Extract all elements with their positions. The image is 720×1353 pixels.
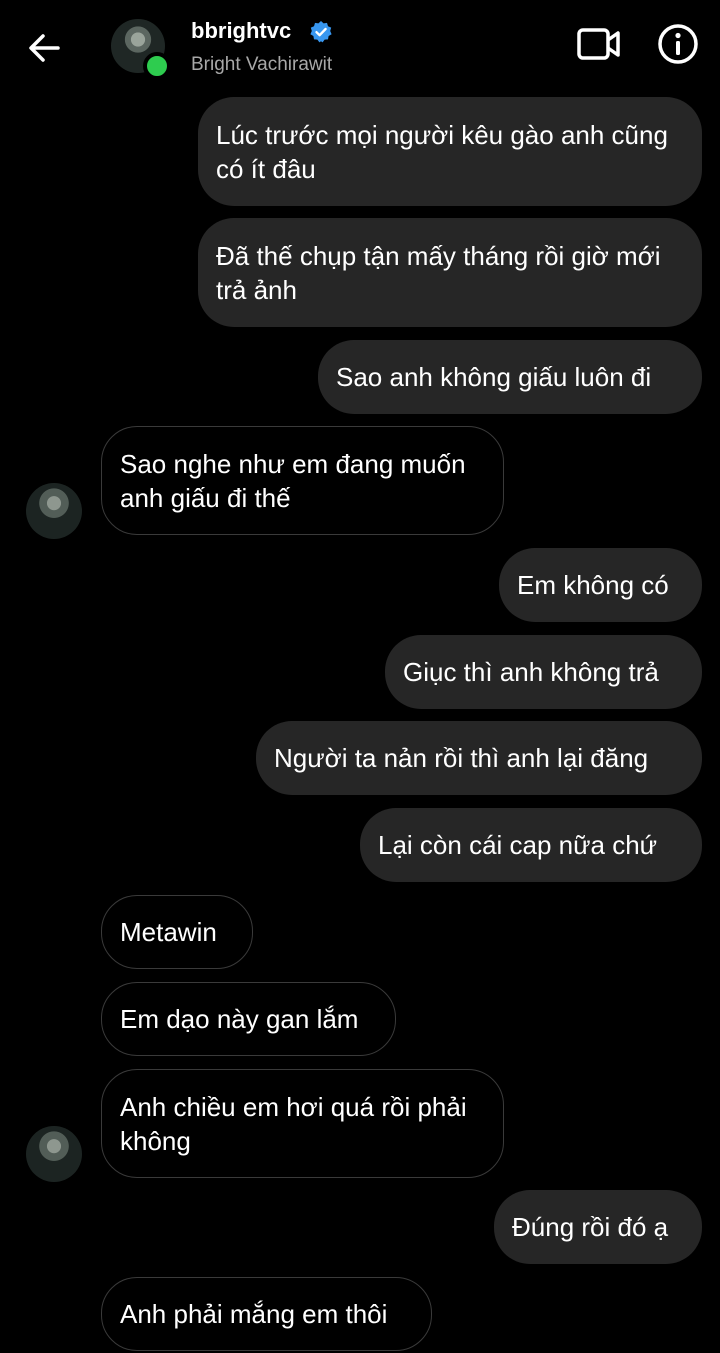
message-received[interactable]: Metawin bbox=[101, 895, 253, 969]
video-call-icon[interactable] bbox=[574, 24, 624, 64]
message-sent[interactable]: Đúng rồi đó ạ bbox=[494, 1190, 702, 1264]
message-sent[interactable]: Sao anh không giấu luôn đi bbox=[318, 340, 702, 414]
online-status-dot bbox=[143, 52, 171, 80]
message-sent[interactable]: Giục thì anh không trả bbox=[385, 635, 702, 709]
message-received[interactable]: Sao nghe như em đang muốn anh giấu đi th… bbox=[101, 426, 504, 535]
message-sent[interactable]: Đã thế chụp tận mấy tháng rồi giờ mới tr… bbox=[198, 218, 702, 327]
chat-header: bbrightvc Bright Vachirawit bbox=[0, 0, 720, 92]
sender-avatar[interactable] bbox=[26, 1126, 82, 1182]
back-arrow-icon[interactable] bbox=[24, 28, 64, 68]
message-received[interactable]: Anh chiều em hơi quá rồi phải không bbox=[101, 1069, 504, 1178]
message-sent[interactable]: Em không có bbox=[499, 548, 702, 622]
message-sent[interactable]: Người ta nản rồi thì anh lại đăng bbox=[256, 721, 702, 795]
message-sent[interactable]: Lúc trước mọi người kêu gào anh cũng có … bbox=[198, 97, 702, 206]
display-name: Bright Vachirawit bbox=[191, 54, 333, 75]
message-received[interactable]: Em dạo này gan lắm bbox=[101, 982, 396, 1056]
verified-badge-icon bbox=[310, 21, 332, 43]
sender-avatar[interactable] bbox=[26, 483, 82, 539]
username[interactable]: bbrightvc bbox=[191, 18, 291, 44]
message-sent[interactable]: Lại còn cái cap nữa chứ bbox=[360, 808, 702, 882]
info-icon[interactable] bbox=[656, 22, 700, 66]
message-received[interactable]: Anh phải mắng em thôi bbox=[101, 1277, 432, 1351]
